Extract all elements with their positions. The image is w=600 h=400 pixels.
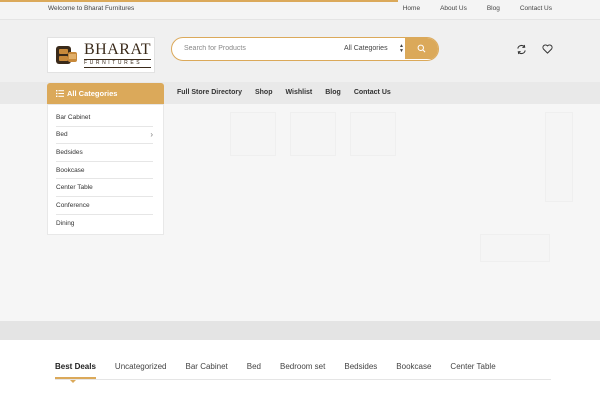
category-item-conference[interactable]: Conference	[56, 197, 153, 215]
main-nav: All Categories Full Store Directory Shop…	[0, 82, 600, 104]
search-input[interactable]	[184, 38, 334, 59]
nav-link-blog[interactable]: Blog	[325, 89, 341, 96]
tab-bar-cabinet[interactable]: Bar Cabinet	[186, 362, 228, 371]
tab-bedroom-set[interactable]: Bedroom set	[280, 362, 325, 371]
banner-image-placeholder	[230, 112, 276, 156]
search-bar: All Categories ▲▼	[171, 37, 439, 61]
category-item-label: Dining	[56, 219, 75, 227]
all-categories-button[interactable]: All Categories	[47, 83, 164, 104]
top-link-home[interactable]: Home	[403, 5, 420, 12]
chevron-right-icon: ›	[150, 130, 153, 140]
category-item-label: Bed	[56, 131, 68, 139]
nav-link-contact[interactable]: Contact Us	[354, 89, 391, 96]
category-select[interactable]: All Categories ▲ ▼	[338, 38, 408, 59]
section-divider	[0, 321, 600, 340]
compare-button[interactable]	[514, 42, 528, 56]
category-item-dining[interactable]: Dining	[56, 215, 153, 233]
compare-icon	[516, 44, 526, 54]
product-tabs: Best Deals Uncategorized Bar Cabinet Bed…	[55, 362, 496, 379]
header: BHARAT FURNITURES All Categories ▲▼	[0, 20, 600, 82]
nav-link-wishlist[interactable]: Wishlist	[285, 89, 312, 96]
category-item-label: Bar Cabinet	[56, 113, 91, 121]
category-item-bar-cabinet[interactable]: Bar Cabinet	[56, 109, 153, 127]
tab-best-deals[interactable]: Best Deals	[55, 362, 96, 379]
all-categories-label: All Categories	[67, 89, 118, 98]
category-item-label: Bedsides	[56, 148, 83, 156]
top-link-contact[interactable]: Contact Us	[520, 5, 552, 12]
top-accent-line	[0, 0, 398, 2]
tab-label: Best Deals	[55, 362, 96, 371]
top-bar: Welcome to Bharat Furnitures Home About …	[0, 0, 600, 20]
top-link-blog[interactable]: Blog	[487, 5, 500, 12]
tabs-baseline	[55, 379, 551, 380]
category-list: Bar Cabinet Bed › Bedsides Bookcase Cent…	[47, 104, 164, 235]
category-item-center-table[interactable]: Center Table	[56, 179, 153, 197]
nav-link-shop[interactable]: Shop	[255, 89, 273, 96]
tab-center-table[interactable]: Center Table	[450, 362, 495, 371]
nav-link-store-directory[interactable]: Full Store Directory	[177, 89, 242, 96]
category-item-bed[interactable]: Bed ›	[56, 127, 153, 145]
tab-bedsides[interactable]: Bedsides	[344, 362, 377, 371]
category-item-label: Conference	[56, 201, 90, 209]
wishlist-button[interactable]	[540, 42, 554, 56]
tab-bookcase[interactable]: Bookcase	[396, 362, 431, 371]
banner-image-placeholder	[290, 112, 336, 156]
logo-sofa-icon	[54, 43, 79, 67]
category-select-value: All Categories	[344, 45, 388, 52]
category-item-bedsides[interactable]: Bedsides	[56, 144, 153, 162]
category-item-label: Bookcase	[56, 166, 85, 174]
search-icon	[417, 44, 426, 53]
category-item-bookcase[interactable]: Bookcase	[56, 162, 153, 180]
nav-links: Full Store Directory Shop Wishlist Blog …	[177, 89, 391, 96]
active-tab-caret-icon	[70, 380, 76, 383]
wishlist-heart-icon	[541, 44, 553, 54]
tab-uncategorized[interactable]: Uncategorized	[115, 362, 167, 371]
logo-subtitle: FURNITURES	[84, 59, 152, 68]
category-item-label: Center Table	[56, 184, 93, 192]
banner-image-placeholder	[480, 234, 550, 262]
banner-image-placeholder	[350, 112, 396, 156]
top-links: Home About Us Blog Contact Us	[403, 5, 552, 12]
top-link-about[interactable]: About Us	[440, 5, 467, 12]
logo-text: BHARAT FURNITURES	[84, 41, 152, 68]
search-button[interactable]	[405, 38, 438, 59]
site-logo[interactable]: BHARAT FURNITURES	[47, 37, 155, 73]
banner-image-placeholder	[545, 112, 573, 202]
welcome-text: Welcome to Bharat Furnitures	[48, 5, 135, 12]
list-icon	[56, 90, 64, 97]
tab-bed[interactable]: Bed	[247, 362, 261, 371]
logo-name: BHARAT	[84, 41, 152, 58]
select-arrows-icon: ▲ ▼	[399, 43, 404, 54]
